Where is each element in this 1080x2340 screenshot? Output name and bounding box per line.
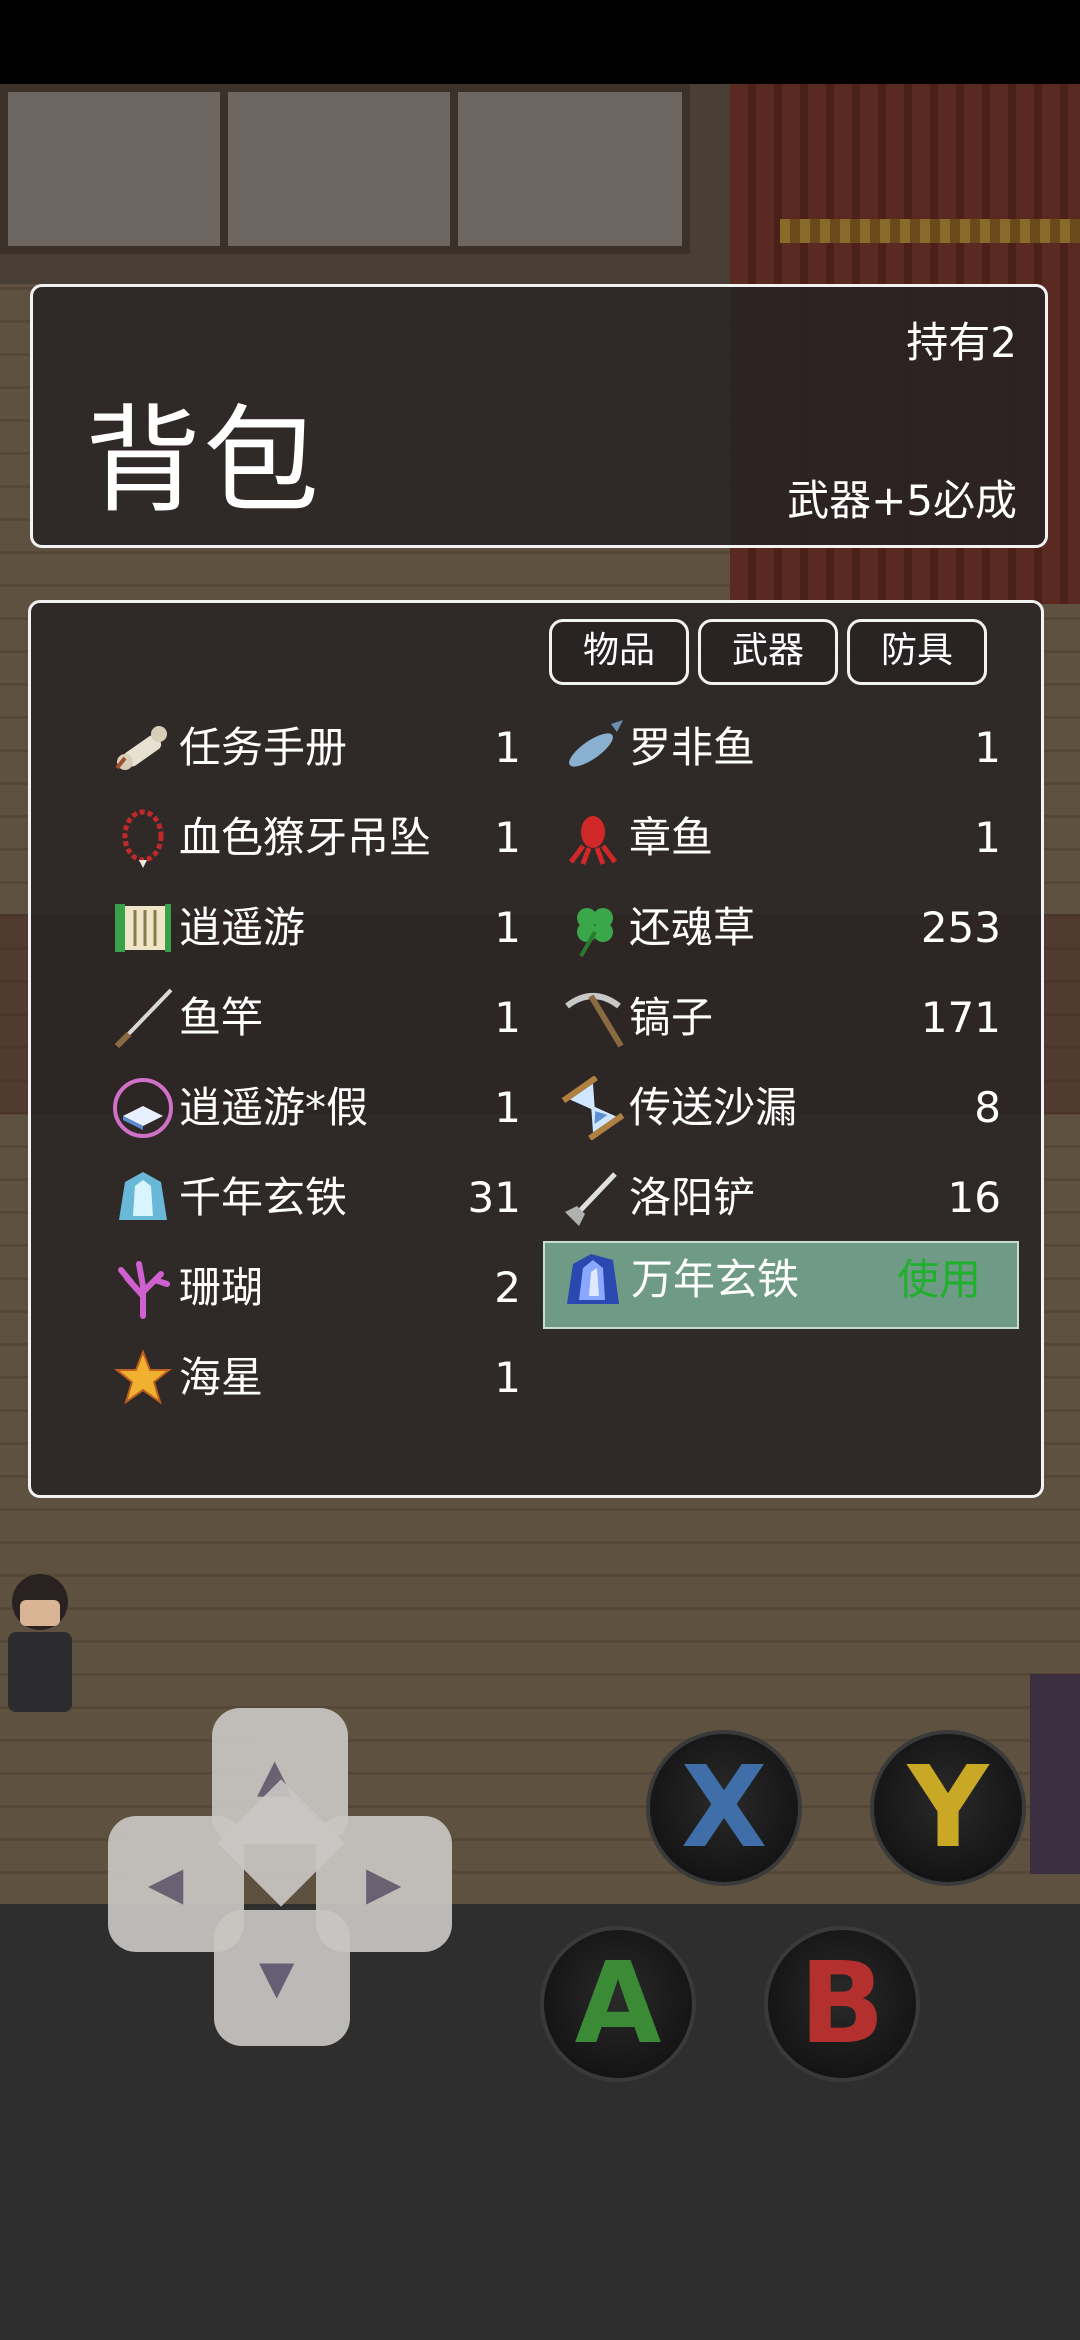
a-button[interactable]: A <box>540 1926 696 2082</box>
starfish-icon <box>114 1349 172 1405</box>
herb-icon <box>577 908 613 958</box>
b-button[interactable]: B <box>764 1926 920 2082</box>
item-name: 千年玄铁 <box>179 1173 348 1222</box>
b-button-label: B <box>799 1939 885 2069</box>
inventory-item[interactable]: 血色獠牙吊坠 1 <box>111 799 521 877</box>
fang-necklace-icon <box>122 809 164 868</box>
inventory-item-selected[interactable]: 万年玄铁 使用 <box>543 1241 1019 1329</box>
item-quantity: 16 <box>947 1173 1001 1222</box>
item-quantity: 1 <box>974 813 1001 862</box>
octopus-icon <box>569 816 617 865</box>
scene-window <box>0 84 230 254</box>
item-name: 镐子 <box>629 993 714 1042</box>
item-quantity: 1 <box>494 1083 521 1132</box>
item-quantity: 171 <box>920 993 1001 1042</box>
item-quantity: 2 <box>494 1263 521 1312</box>
item-name: 章鱼 <box>629 813 714 862</box>
item-quantity: 253 <box>920 903 1001 952</box>
iron-ore-icon <box>119 1172 167 1220</box>
scene-window <box>450 84 690 254</box>
scene-shelf <box>1030 1674 1080 1874</box>
item-name: 珊瑚 <box>179 1263 264 1312</box>
arrow-right-icon: ▶ <box>366 1856 402 1910</box>
inventory-item[interactable]: 洛阳铲 16 <box>561 1159 1001 1237</box>
fishing-rod-icon <box>114 988 173 1049</box>
arrow-left-icon: ◀ <box>148 1856 184 1910</box>
use-button[interactable]: 使用 <box>897 1241 981 1319</box>
x-button-label: X <box>680 1743 768 1873</box>
item-name: 传送沙漏 <box>629 1083 798 1132</box>
page-title: 背包 <box>85 394 321 529</box>
item-quantity: 1 <box>494 813 521 862</box>
item-quantity: 1 <box>494 903 521 952</box>
hourglass-icon <box>561 1076 625 1140</box>
fish-icon <box>569 720 623 767</box>
item-name: 万年玄铁 <box>631 1255 800 1304</box>
item-quantity: 1 <box>494 1353 521 1402</box>
book-icon <box>113 1078 173 1138</box>
pickaxe-icon <box>565 993 624 1048</box>
scene-window <box>220 84 460 254</box>
tab-weapons[interactable]: 武器 <box>698 619 838 685</box>
coral-icon <box>118 1261 170 1319</box>
item-quantity: 8 <box>974 1083 1001 1132</box>
scene-curtain-trim <box>780 219 1080 243</box>
dpad-down-button[interactable]: ▼ <box>214 1910 350 2046</box>
weapon-bonus: 武器+5必成 <box>787 476 1017 525</box>
scroll-icon <box>115 726 167 770</box>
status-bar <box>0 0 1080 84</box>
y-button[interactable]: Y <box>870 1730 1026 1886</box>
inventory-item[interactable]: 鱼竿 1 <box>111 979 521 1057</box>
item-quantity: 1 <box>494 723 521 772</box>
item-name: 鱼竿 <box>179 993 264 1042</box>
player-character <box>0 1574 80 1734</box>
a-button-label: A <box>574 1939 662 2069</box>
inventory-item[interactable]: 珊瑚 2 <box>111 1249 521 1327</box>
shovel-icon <box>565 1172 617 1226</box>
item-name: 任务手册 <box>179 723 348 772</box>
tab-armor[interactable]: 防具 <box>847 619 987 685</box>
tab-items[interactable]: 物品 <box>549 619 689 685</box>
owned-count: 持有2 <box>906 318 1017 367</box>
inventory-item[interactable]: 逍遥游*假 1 <box>111 1069 521 1147</box>
y-button-label: Y <box>907 1743 989 1873</box>
item-name: 洛阳铲 <box>629 1173 756 1222</box>
inventory-item[interactable]: 罗非鱼 1 <box>561 709 1001 787</box>
arrow-down-icon: ▼ <box>259 1950 295 2004</box>
item-name: 海星 <box>179 1353 264 1402</box>
item-name: 逍遥游 <box>179 903 306 952</box>
item-name: 还魂草 <box>629 903 756 952</box>
inventory-item[interactable]: 镐子 171 <box>561 979 1001 1057</box>
item-name: 血色獠牙吊坠 <box>179 813 432 862</box>
item-quantity: 31 <box>467 1173 521 1222</box>
item-quantity: 1 <box>974 723 1001 772</box>
controls-background <box>0 1904 1080 2340</box>
inventory-item[interactable]: 海星 1 <box>111 1339 521 1417</box>
inventory-item[interactable]: 逍遥游 1 <box>111 889 521 967</box>
inventory-item[interactable]: 章鱼 1 <box>561 799 1001 877</box>
item-name: 逍遥游*假 <box>179 1083 369 1132</box>
x-button[interactable]: X <box>646 1730 802 1886</box>
title-panel: 持有2 背包 武器+5必成 <box>30 284 1048 548</box>
item-quantity: 1 <box>494 993 521 1042</box>
bamboo-scroll-icon <box>115 904 171 952</box>
inventory-item[interactable]: 千年玄铁 31 <box>111 1159 521 1237</box>
inventory-item[interactable]: 传送沙漏 8 <box>561 1069 1001 1147</box>
item-name: 罗非鱼 <box>629 723 756 772</box>
inventory-item[interactable]: 任务手册 1 <box>111 709 521 787</box>
crystal-ore-icon <box>567 1254 619 1304</box>
inventory-panel: 物品 武器 防具 任务手册 1 血色獠牙吊坠 1 逍遥游 1 鱼竿 1 逍遥游*… <box>28 600 1044 1498</box>
inventory-item[interactable]: 还魂草 253 <box>561 889 1001 967</box>
